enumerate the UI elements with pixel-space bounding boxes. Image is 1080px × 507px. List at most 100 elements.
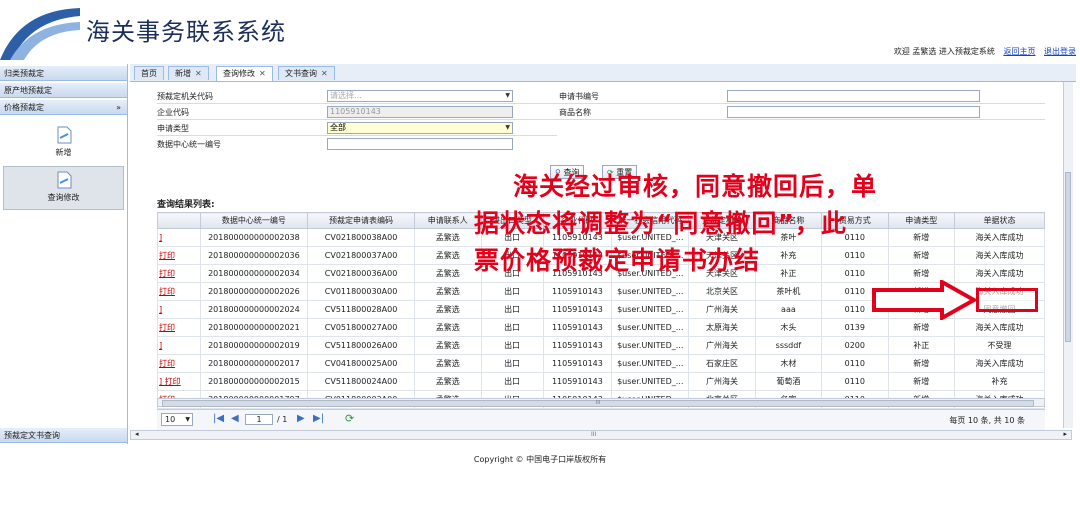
apply-type-value: 全部: [330, 123, 346, 132]
cell-code: CV021800038A00: [306, 228, 416, 247]
cell-ie: 出口: [480, 372, 544, 391]
apply-type-select[interactable]: 全部 ▼: [327, 122, 513, 134]
print-link[interactable]: ] 打印: [157, 372, 201, 391]
refresh-icon[interactable]: ⟳: [345, 412, 354, 425]
print-link[interactable]: 打印: [157, 246, 201, 265]
cell-goods: 葡萄酒: [754, 372, 823, 391]
close-icon[interactable]: ✕: [321, 69, 328, 78]
cell-contact: 孟繁选: [414, 228, 482, 247]
next-page-icon[interactable]: ▶: [297, 413, 305, 424]
app-header: 海关事务联系系统 欢迎 孟繁选 进入预裁定系统 返回主页 退出登录: [0, 0, 1080, 60]
sidebar: 归类预裁定 原产地预裁定 价格预裁定 » 新增 查询修改 预裁定文书查询: [0, 64, 128, 444]
sidebar-tile-query[interactable]: 查询修改: [3, 166, 124, 210]
cell-credit: $user.UNITED_...: [611, 318, 690, 337]
print-link[interactable]: ]: [157, 336, 201, 355]
cell-org: 广州海关: [688, 372, 756, 391]
cell-contact: 孟繁选: [414, 282, 482, 301]
tab-add[interactable]: 新增 ✕: [168, 66, 209, 80]
prev-page-icon[interactable]: ◀: [231, 413, 239, 424]
cell-goods: 补充: [754, 246, 823, 265]
cell-status: 海关入库成功: [953, 318, 1046, 337]
apply-no-input[interactable]: [727, 90, 980, 102]
cell-company: 1105910143: [542, 282, 613, 301]
cell-trade: 0110: [821, 354, 889, 373]
status-highlight-box: [976, 288, 1038, 312]
company-code-field: 1105910143: [327, 106, 513, 118]
cell-contact: 孟繁选: [414, 300, 482, 319]
home-link[interactable]: 返回主页: [1003, 47, 1035, 56]
close-icon[interactable]: ✕: [259, 69, 266, 78]
column-header[interactable]: 申请类型: [887, 212, 955, 229]
table-row[interactable]: ] 201800000000002019 CV511800026A00 孟繁选 出口 11…: [157, 336, 1046, 355]
cell-type: 新增: [887, 228, 955, 247]
table-horizontal-scrollbar[interactable]: III: [157, 398, 1045, 407]
print-link[interactable]: 打印: [157, 264, 201, 283]
cell-goods: 木材: [754, 354, 823, 373]
sidebar-tile-add[interactable]: 新增: [3, 122, 124, 166]
column-header[interactable]: 单据状态: [953, 212, 1046, 229]
logout-link[interactable]: 退出登录: [1044, 47, 1076, 56]
cell-status: 海关入库成功: [953, 354, 1046, 373]
scroll-left-icon[interactable]: ◂: [135, 430, 139, 438]
table-row[interactable]: 打印 201800000000002021 CV051800027A00 孟繁选 出口 1…: [157, 318, 1046, 337]
chevron-down-icon: ▼: [185, 416, 190, 423]
data-center-input[interactable]: [327, 138, 513, 150]
print-link[interactable]: 打印: [157, 354, 201, 373]
scroll-grip[interactable]: III: [591, 431, 596, 438]
column-header[interactable]: 预裁定申请表编码: [306, 212, 416, 229]
column-header[interactable]: 数据中心统一编号: [199, 212, 308, 229]
tab-home[interactable]: 首页: [134, 66, 164, 80]
company-code-label: 企业代码: [157, 108, 189, 117]
cell-type: 新增: [887, 354, 955, 373]
page-horizontal-scrollbar[interactable]: ◂ III ▸: [130, 430, 1072, 440]
cell-ie: 出口: [480, 318, 544, 337]
cell-goods: 木头: [754, 318, 823, 337]
tab-doc-query[interactable]: 文书查询 ✕: [278, 66, 335, 80]
sidebar-section-classification[interactable]: 归类预裁定: [0, 66, 127, 81]
cell-ie: 出口: [480, 354, 544, 373]
cell-company: 1105910143: [542, 336, 613, 355]
first-page-icon[interactable]: |◀: [213, 413, 224, 424]
cell-trade: 0110: [821, 246, 889, 265]
tab-query-edit[interactable]: 查询修改 ✕: [216, 66, 273, 81]
print-link[interactable]: 打印: [157, 282, 201, 301]
cell-contact: 孟繁选: [414, 246, 482, 265]
tab-query-edit-label: 查询修改: [223, 69, 255, 78]
page-size-select[interactable]: 10 ▼: [161, 413, 193, 426]
print-link[interactable]: 打印: [157, 318, 201, 337]
table-row[interactable]: ] 打印 201800000000002015 CV511800024A00 孟繁选出…: [157, 372, 1046, 391]
vertical-scrollbar[interactable]: [1063, 82, 1073, 428]
sidebar-section-documents[interactable]: 预裁定文书查询: [0, 428, 127, 443]
close-icon[interactable]: ✕: [195, 69, 202, 78]
tab-bar: 首页 新增 ✕ 查询修改 ✕ 文书查询 ✕: [130, 64, 1076, 82]
scroll-right-icon[interactable]: ▸: [1063, 430, 1067, 438]
column-header[interactable]: 申请联系人: [414, 212, 482, 229]
pager-summary: 每页 10 条, 共 10 条: [949, 416, 1025, 425]
print-link[interactable]: ]: [157, 228, 201, 247]
results-title: 查询结果列表:: [157, 200, 215, 210]
column-header[interactable]: [157, 212, 201, 229]
chevron-down-icon: ▼: [505, 124, 510, 131]
cell-org: 广州海关: [688, 300, 756, 319]
cell-code: CV021800036A00: [306, 264, 416, 283]
sidebar-section-price[interactable]: 价格预裁定 »: [0, 100, 127, 115]
collapse-icon[interactable]: »: [116, 100, 121, 115]
page-input[interactable]: 1: [245, 414, 273, 425]
table-row[interactable]: 打印 201800000000002017 CV041800025A00 孟繁选 出口 1…: [157, 354, 1046, 373]
cell-company: 1105910143: [542, 300, 613, 319]
cell-credit: $user.UNITED_...: [611, 282, 690, 301]
scroll-thumb[interactable]: III: [162, 400, 1034, 407]
cell-credit: $user.UNITED_...: [611, 300, 690, 319]
cell-contact: 孟繁选: [414, 336, 482, 355]
last-page-icon[interactable]: ▶|: [313, 413, 324, 424]
goods-name-input[interactable]: [727, 106, 980, 118]
customs-code-select[interactable]: 请选择... ▼: [327, 90, 513, 102]
print-link[interactable]: ]: [157, 300, 201, 319]
scroll-thumb[interactable]: [1065, 172, 1071, 342]
cell-no: 201800000000002034: [199, 264, 308, 283]
cell-type: 新增: [887, 372, 955, 391]
sidebar-section-origin[interactable]: 原产地预裁定: [0, 83, 127, 98]
data-center-label: 数据中心统一编号: [157, 140, 221, 149]
cell-no: 201800000000002038: [199, 228, 308, 247]
cell-org: 北京关区: [688, 282, 756, 301]
